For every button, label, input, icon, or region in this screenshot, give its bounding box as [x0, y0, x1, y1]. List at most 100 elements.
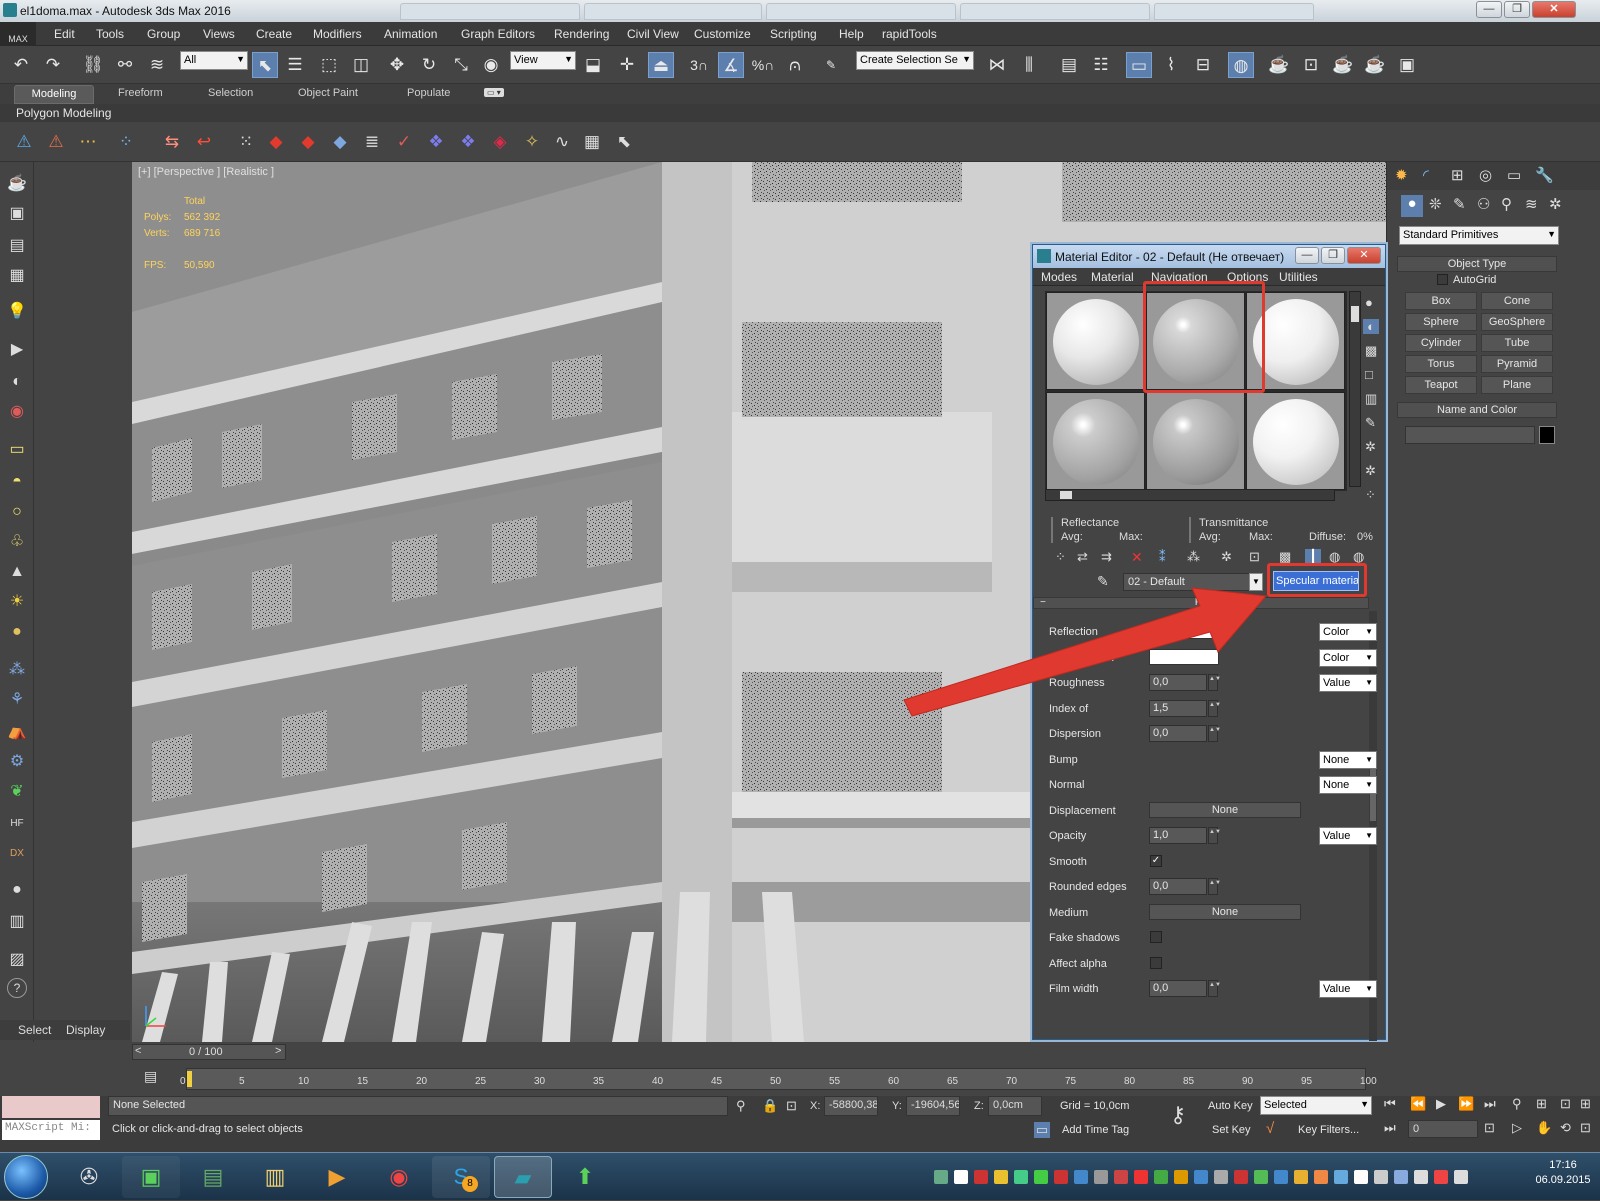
param-dropdown[interactable]: Value ▼: [1319, 827, 1377, 845]
material-editor-maximize[interactable]: ❐: [1321, 247, 1345, 264]
tray-icon[interactable]: [1114, 1170, 1128, 1184]
menu-views[interactable]: Views: [203, 27, 235, 41]
primitive-category-dropdown[interactable]: Standard Primitives ▼: [1399, 226, 1559, 245]
sample-slot[interactable]: [1146, 392, 1245, 490]
plane-light-icon[interactable]: ▭: [5, 438, 29, 462]
object-name-field[interactable]: [1405, 426, 1535, 444]
menu-animation[interactable]: Animation: [384, 27, 437, 41]
clone-icon[interactable]: ⇆: [160, 130, 184, 154]
param-checkbox[interactable]: ✓: [1150, 854, 1162, 867]
current-frame-field[interactable]: 0: [1408, 1120, 1478, 1138]
tray-icon[interactable]: [1014, 1170, 1028, 1184]
menu-create[interactable]: Create: [256, 27, 292, 41]
tray-icon[interactable]: [1054, 1170, 1068, 1184]
ribbon-options-button[interactable]: ▭ ▾: [484, 88, 504, 97]
background-window-tab[interactable]: [400, 3, 580, 20]
menu-rapidtools[interactable]: rapidTools: [882, 27, 937, 41]
volume-icon[interactable]: [1414, 1170, 1428, 1184]
param-dropdown[interactable]: None ▼: [1319, 776, 1377, 794]
render-grid-icon[interactable]: ▦: [5, 264, 29, 288]
redo-icon[interactable]: ↷: [40, 52, 66, 78]
undo-icon[interactable]: ↶: [8, 52, 34, 78]
box-edit-icon[interactable]: ◆: [296, 130, 320, 154]
next-frame-icon[interactable]: ⏩: [1458, 1096, 1474, 1112]
maximize-button[interactable]: ❐: [1504, 1, 1530, 18]
network-icon[interactable]: [1454, 1170, 1468, 1184]
spinner-arrows-icon[interactable]: ▲▼: [1208, 980, 1221, 997]
select-object-icon[interactable]: ⬉: [252, 52, 278, 78]
scatter-icon[interactable]: ⁙: [234, 130, 258, 154]
curve-editor-icon[interactable]: ⌇: [1158, 52, 1184, 78]
teapot-icon[interactable]: ☕: [5, 172, 29, 196]
rectangular-selection-icon[interactable]: ⬚: [316, 52, 342, 78]
set-key-button[interactable]: Set Key: [1212, 1124, 1251, 1136]
param-dropdown[interactable]: Value ▼: [1319, 980, 1377, 998]
tray-icon[interactable]: [1094, 1170, 1108, 1184]
time-slider-next[interactable]: >: [275, 1045, 281, 1057]
param-spinner-field[interactable]: 1,0: [1149, 827, 1207, 844]
gear-icon[interactable]: ⚙: [5, 750, 29, 774]
param-map-button[interactable]: None: [1149, 903, 1301, 920]
log-icon[interactable]: ▨: [5, 948, 29, 972]
table-icon[interactable]: ▦: [580, 130, 604, 154]
param-dropdown[interactable]: Value ▼: [1319, 674, 1377, 692]
y-coordinate-field[interactable]: -19604,56: [906, 1096, 960, 1116]
minimize-button[interactable]: —: [1476, 1, 1502, 18]
time-slider[interactable]: < 0 / 100 >: [132, 1044, 286, 1060]
material-editor-close[interactable]: ✕: [1347, 247, 1381, 264]
keyboard-shortcut-override-icon[interactable]: ⏏: [648, 52, 674, 78]
help-icon[interactable]: ?: [7, 978, 27, 998]
align-icon[interactable]: ⫼: [1016, 52, 1042, 78]
tent-icon[interactable]: ⛺: [5, 720, 29, 744]
spinner-arrows-icon[interactable]: ▲▼: [1208, 878, 1221, 895]
tray-icon[interactable]: [954, 1170, 968, 1184]
render-list-icon[interactable]: ▤: [5, 234, 29, 258]
modify-tab-icon[interactable]: ◜: [1423, 166, 1429, 184]
helpers-icon[interactable]: ⚲: [1501, 195, 1512, 213]
tab-populate[interactable]: Populate: [407, 87, 450, 99]
start-button[interactable]: [4, 1155, 48, 1199]
go-to-end-icon[interactable]: ⏭: [1484, 1096, 1496, 1112]
zoom-extents-all-icon[interactable]: ⊞: [1580, 1096, 1591, 1112]
edit-named-selection-icon[interactable]: ✎: [818, 52, 844, 78]
sample-slot[interactable]: [1046, 292, 1145, 390]
curve-icon[interactable]: ∿: [550, 130, 574, 154]
param-dropdown[interactable]: None ▼: [1319, 750, 1377, 769]
lock-icon[interactable]: 🔒: [762, 1098, 778, 1114]
default-tangent-icon[interactable]: √: [1266, 1120, 1274, 1137]
selection-filter-dropdown[interactable]: All ▼: [180, 51, 248, 70]
rotate-icon[interactable]: ↻: [416, 52, 442, 78]
tray-icon[interactable]: [974, 1170, 988, 1184]
spinner-arrows-icon[interactable]: ▲▼: [1208, 827, 1221, 844]
tube-button[interactable]: Tube: [1481, 334, 1553, 352]
gem-icon[interactable]: ◈: [488, 130, 512, 154]
create-tab-icon[interactable]: ✹: [1395, 166, 1408, 184]
select-by-name-icon[interactable]: ☰: [282, 52, 308, 78]
percent-snap-icon[interactable]: %∩: [750, 52, 776, 78]
tab-freeform[interactable]: Freeform: [118, 87, 163, 99]
key-icon[interactable]: ⚷: [1170, 1102, 1186, 1128]
schematic-view-icon[interactable]: ⊟: [1190, 52, 1216, 78]
param-dropdown[interactable]: Color ▼: [1319, 648, 1377, 667]
displace-icon[interactable]: DX: [5, 842, 29, 866]
key-mode-toggle-icon[interactable]: ⏭: [1384, 1120, 1396, 1136]
proxy-icon[interactable]: ⁂: [5, 658, 29, 682]
param-spinner-field[interactable]: 0,0: [1149, 980, 1207, 997]
taskbar-explorer[interactable]: ▥: [246, 1156, 304, 1198]
select-by-material-icon[interactable]: ✲: [1365, 463, 1376, 479]
material-editor-minimize[interactable]: —: [1295, 247, 1319, 264]
snaps-toggle-icon[interactable]: 3∩: [686, 52, 712, 78]
cone-button[interactable]: Cone: [1481, 292, 1553, 310]
x-coordinate-field[interactable]: -58800,38: [824, 1096, 878, 1116]
tab-modeling[interactable]: Modeling: [14, 85, 94, 104]
utilities-tab-icon[interactable]: 🔧: [1535, 166, 1554, 184]
maximize-viewport-icon[interactable]: ⊡: [1580, 1120, 1591, 1136]
select-manipulate-icon[interactable]: ✛: [614, 52, 640, 78]
ribbon-toggle-icon[interactable]: ▭: [1126, 52, 1152, 78]
sphere-button[interactable]: Sphere: [1405, 313, 1477, 331]
key-filters-button[interactable]: Key Filters...: [1298, 1124, 1359, 1136]
tray-icon[interactable]: [1234, 1170, 1248, 1184]
space-warps-icon[interactable]: ≋: [1525, 195, 1538, 213]
ambient-light-icon[interactable]: ●: [5, 620, 29, 644]
go-to-start-icon[interactable]: ⏮: [1384, 1096, 1396, 1112]
